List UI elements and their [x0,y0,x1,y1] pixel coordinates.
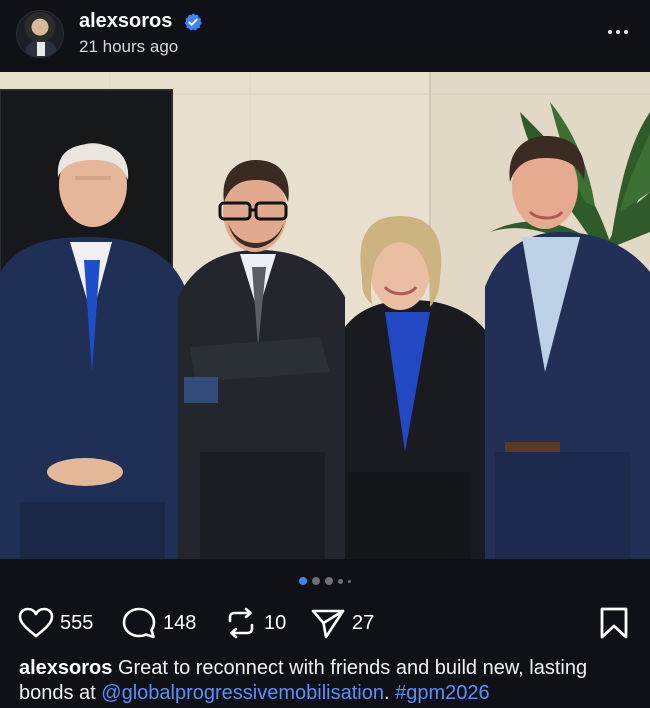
caption-mention-link[interactable]: @globalprogressivemobilisation [101,682,384,704]
comment-button[interactable]: 148 [121,603,196,643]
post-photo[interactable] [0,72,650,559]
action-bar: 555 148 10 27 [0,603,650,643]
carousel-dot [348,579,351,583]
post-header: alexsoros 21 hours ago [0,0,650,72]
like-button[interactable]: 555 [18,603,93,643]
author-avatar[interactable] [16,10,64,58]
save-button[interactable] [598,603,630,643]
post-caption: alexsoros Great to reconnect with friend… [19,656,639,706]
comment-bubble-icon [122,607,156,639]
like-count: 555 [60,611,94,634]
carousel-dot-active [299,577,307,585]
carousel-indicator [0,574,650,588]
author-username[interactable]: alexsoros [79,10,172,33]
more-horizontal-icon [608,30,612,34]
heart-icon [18,607,54,638]
carousel-dot [338,578,343,584]
caption-username[interactable]: alexsoros [19,657,112,679]
group-photo-illustration [0,72,650,559]
more-options-button[interactable] [604,22,632,42]
repost-icon [228,607,254,639]
bookmark-icon [600,607,628,639]
carousel-dot [325,577,333,585]
caption-separator: . [383,682,396,704]
repost-count: 10 [264,611,287,634]
carousel-dot [312,577,320,585]
repost-button[interactable]: 10 [224,603,286,643]
post-timestamp: 21 hours ago [79,37,179,56]
caption-hashtag-link[interactable]: #gpm2026 [395,682,490,704]
comment-count: 148 [163,611,197,634]
share-button[interactable]: 27 [310,603,374,643]
share-count: 27 [352,611,375,634]
verified-badge-icon [184,13,202,31]
send-icon [311,609,345,639]
